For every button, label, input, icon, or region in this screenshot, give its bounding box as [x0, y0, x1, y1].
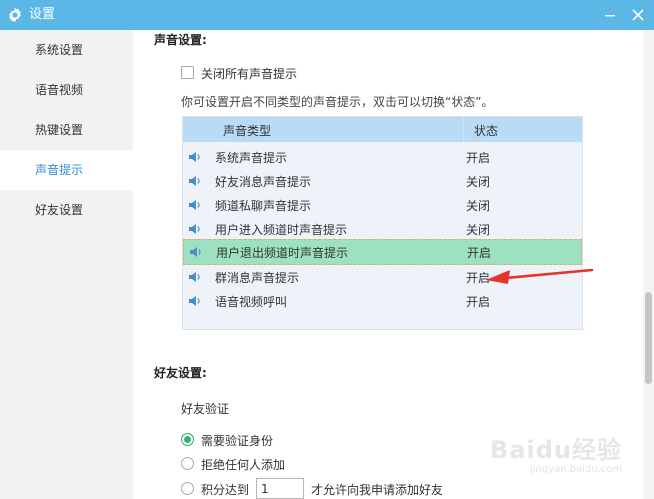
- radio-require-verification[interactable]: [181, 433, 194, 446]
- sound-type-name: 好友消息声音提示: [215, 175, 312, 189]
- sound-status: 开启: [466, 295, 491, 309]
- sound-status: 开启: [466, 271, 491, 285]
- friend-section-title: 好友设置:: [154, 366, 207, 380]
- radio-reject-all[interactable]: [181, 457, 194, 470]
- sound-type-name: 系统声音提示: [215, 151, 288, 165]
- points-suffix-label: 才允许向我申请添加好友: [311, 483, 444, 497]
- friend-verify-title: 好友验证: [181, 402, 230, 416]
- close-icon[interactable]: [629, 6, 647, 24]
- sound-status: 关闭: [466, 175, 491, 189]
- sound-type-name: 语音视频呼叫: [215, 295, 288, 309]
- column-header-type[interactable]: 声音类型: [223, 122, 271, 139]
- table-row[interactable]: 群消息声音提示 开启: [183, 265, 582, 289]
- scrollbar-thumb[interactable]: [645, 292, 652, 384]
- column-header-status[interactable]: 状态: [474, 122, 498, 139]
- column-divider: [463, 117, 464, 142]
- sound-status: 关闭: [466, 223, 491, 237]
- sound-type-name: 用户退出频道时声音提示: [216, 246, 349, 260]
- sound-type-name: 用户进入频道时声音提示: [215, 223, 348, 237]
- table-header: 声音类型 状态: [183, 117, 582, 142]
- speaker-icon: [189, 296, 200, 306]
- gear-icon: [9, 7, 21, 23]
- table-row[interactable]: 用户进入频道时声音提示 关闭: [183, 217, 582, 241]
- table-row[interactable]: 好友消息声音提示 关闭: [183, 169, 582, 193]
- window-title: 设置: [29, 7, 56, 22]
- sidebar-item-hotkeys[interactable]: 热键设置: [0, 110, 133, 150]
- speaker-icon: [189, 224, 200, 234]
- sidebar: 系统设置 语音视频 热键设置 声音提示 好友设置: [0, 30, 133, 499]
- settings-content: 声音设置: 关闭所有声音提示 你可设置开启不同类型的声音提示，双击可以切换“状态…: [133, 30, 643, 499]
- radio-points-threshold-label: 积分达到: [201, 483, 250, 497]
- points-input[interactable]: [256, 478, 304, 499]
- sidebar-item-sound-prompts[interactable]: 声音提示: [0, 150, 133, 190]
- sound-type-name: 频道私聊声音提示: [215, 199, 312, 213]
- table-row[interactable]: 系统声音提示 开启: [183, 145, 582, 169]
- radio-points-threshold[interactable]: [181, 482, 194, 495]
- table-row-selected[interactable]: 用户退出频道时声音提示 开启: [183, 239, 582, 265]
- speaker-icon: [189, 272, 200, 282]
- speaker-icon: [189, 200, 200, 210]
- sidebar-item-system[interactable]: 系统设置: [0, 30, 133, 70]
- speaker-icon: [190, 247, 201, 257]
- scrollbar[interactable]: [643, 30, 654, 499]
- mute-all-label: 关闭所有声音提示: [201, 67, 298, 81]
- sidebar-item-friends[interactable]: 好友设置: [0, 190, 133, 230]
- mute-all-checkbox[interactable]: [181, 66, 194, 79]
- sound-status: 开启: [466, 151, 491, 165]
- sound-status: 关闭: [466, 199, 491, 213]
- minimize-icon[interactable]: [601, 6, 619, 24]
- title-bar: 设置: [0, 0, 654, 30]
- sound-types-table: 声音类型 状态 系统声音提示 开启 好友消息声音提示 关闭 频道私聊声音提示 关…: [182, 116, 583, 330]
- sound-section-title: 声音设置:: [154, 33, 207, 47]
- sound-hint-text: 你可设置开启不同类型的声音提示，双击可以切换“状态”。: [181, 95, 494, 109]
- radio-reject-all-label: 拒绝任何人添加: [201, 458, 286, 472]
- radio-require-verification-label: 需要验证身份: [201, 434, 274, 448]
- speaker-icon: [189, 152, 200, 162]
- table-row[interactable]: 语音视频呼叫 开启: [183, 289, 582, 313]
- sidebar-item-voice-video[interactable]: 语音视频: [0, 70, 133, 110]
- table-row[interactable]: 频道私聊声音提示 关闭: [183, 193, 582, 217]
- speaker-icon: [189, 176, 200, 186]
- sound-status: 开启: [467, 246, 492, 260]
- sound-type-name: 群消息声音提示: [215, 271, 300, 285]
